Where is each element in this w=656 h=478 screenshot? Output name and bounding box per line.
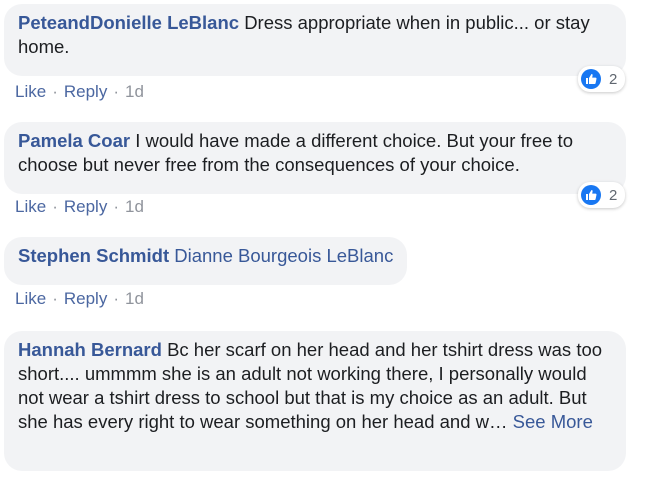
separator: ·	[52, 197, 58, 216]
see-more-link[interactable]: See More	[513, 411, 593, 432]
separator: ·	[52, 82, 58, 101]
reply-link[interactable]: Reply	[64, 82, 107, 101]
comment-author[interactable]: Stephen Schmidt	[18, 245, 169, 266]
reply-link[interactable]: Reply	[64, 289, 107, 308]
comment: Hannah Bernard Bc her scarf on her head …	[4, 331, 626, 471]
comment-author[interactable]: Pamela Coar	[18, 130, 130, 151]
reaction-count: 2	[609, 70, 618, 88]
reply-link[interactable]: Reply	[64, 197, 107, 216]
comment: Stephen Schmidt Dianne Bourgeois LeBlanc	[4, 237, 408, 285]
reaction-count-badge[interactable]: 2	[578, 182, 626, 208]
comment-bubble: PeteandDonielle LeBlanc Dress appropriat…	[4, 4, 626, 76]
separator: ·	[113, 82, 119, 101]
comment-actions: Like · Reply · 1d	[15, 289, 144, 309]
comment-bubble: Stephen Schmidt Dianne Bourgeois LeBlanc	[4, 237, 408, 285]
reaction-count: 2	[609, 186, 618, 204]
separator: ·	[113, 197, 119, 216]
comment-author[interactable]: Hannah Bernard	[18, 339, 162, 360]
comment-actions: Like · Reply · 1d	[15, 82, 144, 102]
reaction-count-badge[interactable]: 2	[578, 66, 626, 92]
comment: Pamela Coar I would have made a differen…	[4, 122, 626, 194]
comment-bubble: Hannah Bernard Bc her scarf on her head …	[4, 331, 626, 471]
comment-bubble: Pamela Coar I would have made a differen…	[4, 122, 626, 194]
comment-timestamp[interactable]: 1d	[125, 289, 144, 308]
comment-author[interactable]: PeteandDonielle LeBlanc	[18, 12, 239, 33]
comment-timestamp[interactable]: 1d	[125, 197, 144, 216]
like-link[interactable]: Like	[15, 82, 46, 101]
like-link[interactable]: Like	[15, 197, 46, 216]
separator: ·	[52, 289, 58, 308]
like-link[interactable]: Like	[15, 289, 46, 308]
comment: PeteandDonielle LeBlanc Dress appropriat…	[4, 4, 626, 76]
separator: ·	[113, 289, 119, 308]
comment-actions: Like · Reply · 1d	[15, 197, 144, 217]
thumbs-up-icon	[581, 185, 601, 205]
comment-timestamp[interactable]: 1d	[125, 82, 144, 101]
thumbs-up-icon	[581, 69, 601, 89]
tagged-user[interactable]: Dianne Bourgeois LeBlanc	[174, 245, 393, 266]
